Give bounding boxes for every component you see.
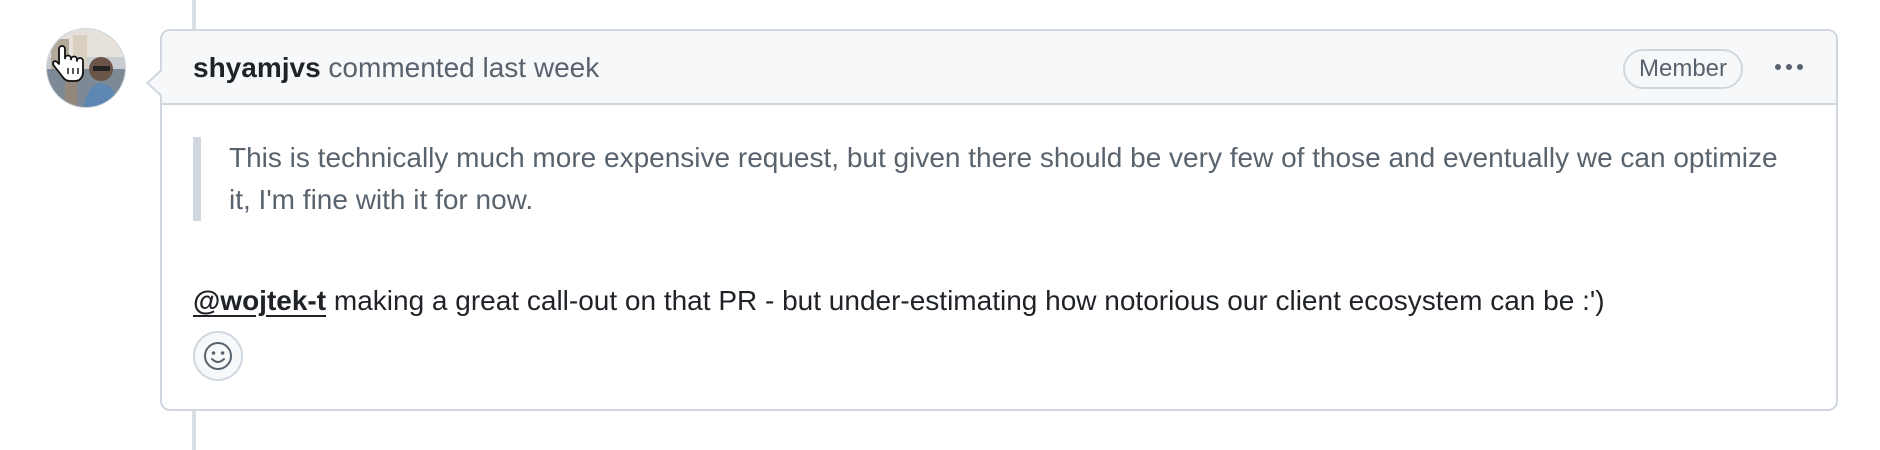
user-mention-link[interactable]: @wojtek-t — [193, 285, 326, 316]
smiley-icon — [204, 342, 232, 370]
comment-body-text: making a great call-out on that PR - but… — [326, 285, 1605, 316]
comment-header-text: shyamjvs commented last week — [193, 51, 599, 85]
comment-box: shyamjvs commented last week Member This… — [146, 29, 1838, 411]
comment-header: shyamjvs commented last week Member — [162, 31, 1836, 105]
comment-caret-fill — [149, 70, 163, 96]
kebab-horizontal-icon[interactable] — [1767, 49, 1811, 85]
member-badge: Member — [1623, 49, 1744, 89]
author-link[interactable]: shyamjvs — [193, 52, 321, 83]
quoted-text: This is technically much more expensive … — [193, 137, 1793, 221]
kebab-dot — [1786, 64, 1792, 70]
add-reaction-button[interactable] — [193, 331, 243, 381]
comment-body: @wojtek-t making a great call-out on tha… — [193, 282, 1605, 320]
kebab-dot — [1797, 64, 1803, 70]
hand-pointer-icon — [52, 45, 84, 82]
comment-timestamp[interactable]: commented last week — [328, 52, 599, 83]
comment-meta-text: commented last week — [328, 52, 600, 83]
kebab-dot — [1775, 64, 1781, 70]
